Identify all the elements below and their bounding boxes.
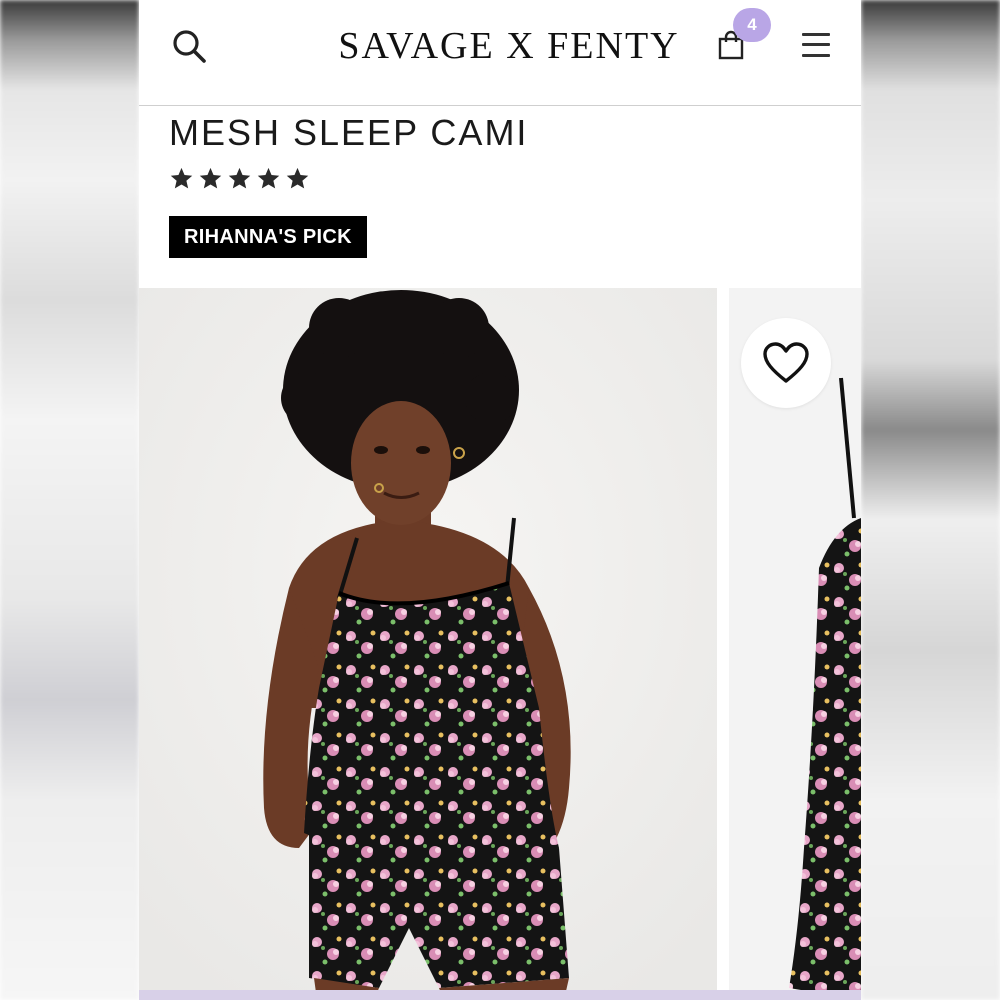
model-photo: [139, 288, 717, 1000]
star-icon: [228, 167, 251, 189]
product-image-main[interactable]: [139, 288, 717, 1000]
search-icon[interactable]: [171, 28, 207, 64]
star-icon: [199, 167, 222, 189]
phone-screen: SAVAGE X FENTY 4 MESH SLEEP CAMI RIHANNA…: [139, 0, 861, 1000]
star-icon: [170, 167, 193, 189]
cart-count-badge: 4: [733, 8, 771, 42]
heart-icon: [763, 342, 809, 383]
product-title: MESH SLEEP CAMI: [169, 112, 529, 153]
rihannas-pick-badge: RIHANNA'S PICK: [169, 216, 367, 258]
star-icon: [286, 167, 309, 189]
rating-stars[interactable]: [169, 166, 310, 191]
star-icon: [257, 167, 280, 189]
background-blur-left: [0, 0, 139, 1000]
hamburger-menu-icon[interactable]: [801, 30, 831, 60]
top-navigation-bar: SAVAGE X FENTY 4: [139, 0, 861, 106]
bottom-indicator-bar: [139, 990, 861, 1000]
favorite-button[interactable]: [741, 318, 831, 408]
background-blur-right: [861, 0, 1000, 1000]
product-image-gallery[interactable]: [139, 288, 861, 1000]
brand-logo[interactable]: SAVAGE X FENTY: [319, 24, 699, 68]
